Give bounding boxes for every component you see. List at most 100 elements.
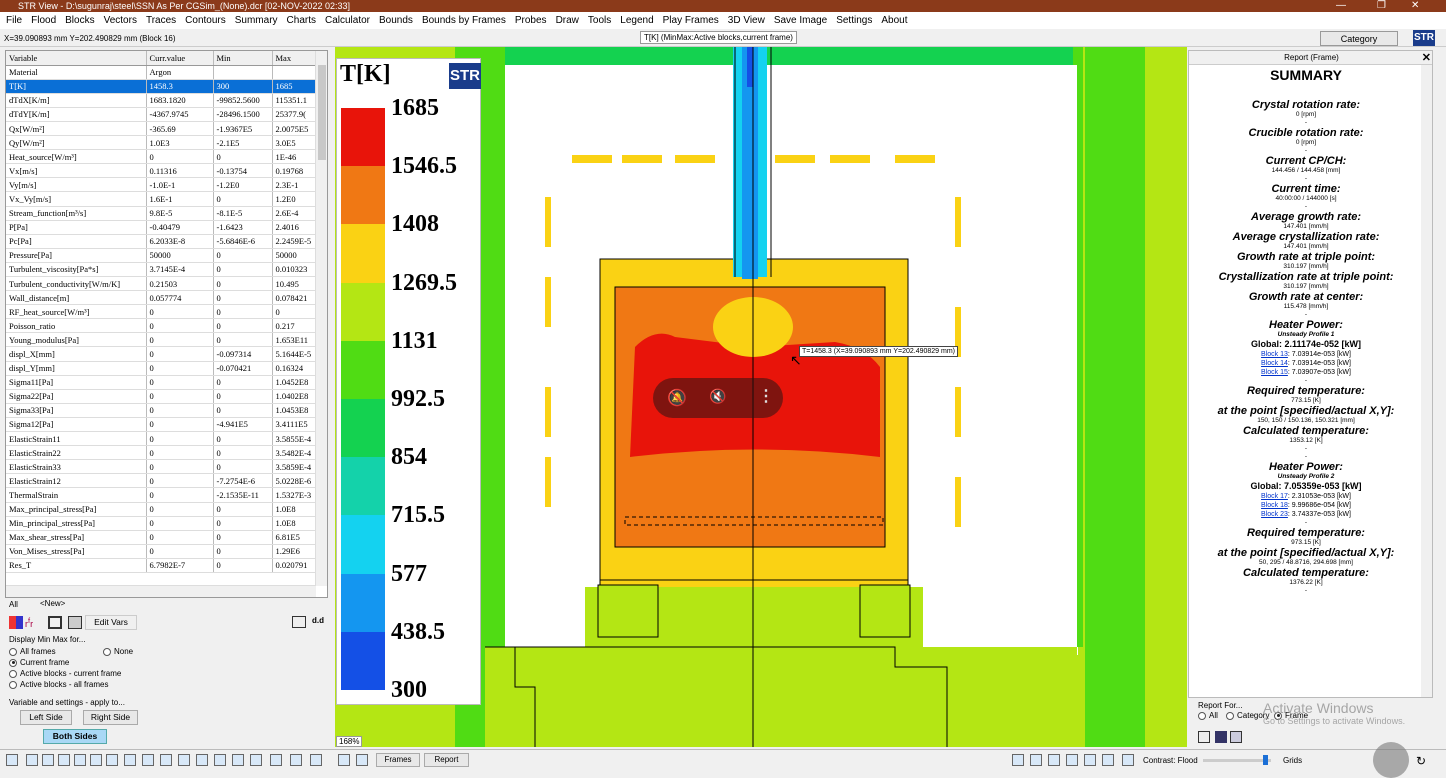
- table-row[interactable]: Material Argon: [6, 65, 317, 80]
- table-row[interactable]: Von_Mises_stress[Pa] 0 0 1.29E6: [6, 544, 317, 559]
- menu-item[interactable]: Calculator: [325, 15, 370, 26]
- left-side-button[interactable]: Left Side: [20, 710, 72, 725]
- menu-item[interactable]: Summary: [235, 15, 278, 26]
- table-row[interactable]: Res_T 6.7982E-7 0 0.020791: [6, 558, 317, 573]
- tab-all[interactable]: All: [9, 600, 18, 609]
- table-row[interactable]: Vx_Vy[m/s] 1.6E-1 0 1.2E0: [6, 191, 317, 207]
- table-row[interactable]: Vx[m/s] 0.11316 -0.13754 0.19768: [6, 163, 317, 179]
- contrast-slider[interactable]: [1203, 755, 1271, 765]
- menu-item[interactable]: Probes: [515, 15, 547, 26]
- toolbar-icon[interactable]: [356, 754, 368, 766]
- table-row[interactable]: Sigma11[Pa] 0 0 1.0452E8: [6, 375, 317, 390]
- toolbar-icon[interactable]: [74, 754, 86, 766]
- right-side-button[interactable]: Right Side: [83, 710, 138, 725]
- menu-item[interactable]: Vectors: [104, 15, 137, 26]
- table-row[interactable]: Young_modulus[Pa] 0 0 1.653E11: [6, 332, 317, 348]
- scroll-thumb[interactable]: [318, 65, 326, 160]
- more-options-icon[interactable]: ⋮: [758, 386, 774, 406]
- table-row[interactable]: Sigma33[Pa] 0 0 1.0453E8: [6, 403, 317, 418]
- toolbar-icon[interactable]: [1084, 754, 1096, 766]
- table-row[interactable]: dTdY[K/m] -4367.9745 -28496.1500 25377.9(: [6, 107, 317, 122]
- toolbar-icon[interactable]: [160, 754, 172, 766]
- table-row[interactable]: dTdX[K/m] 1683.1820 -99852.5600 115351.1: [6, 93, 317, 108]
- radio-current-frame[interactable]: Current frame: [9, 658, 69, 667]
- media-overlay[interactable]: 🔕 🔇 ⋮: [653, 378, 783, 418]
- toolbar-icon[interactable]: [1048, 754, 1060, 766]
- menu-item[interactable]: Charts: [287, 15, 316, 26]
- table-row[interactable]: Wall_distance[m] 0.057774 0 0.078421: [6, 290, 317, 306]
- radio-all-frames[interactable]: All frames: [9, 647, 56, 656]
- toolbar-icon[interactable]: [1012, 754, 1024, 766]
- table-row[interactable]: Vy[m/s] -1.0E-1 -1.2E0 2.3E-1: [6, 177, 317, 193]
- table-row[interactable]: ElasticStrain33 0 0 3.5859E-4: [6, 459, 317, 475]
- toolbar-icon[interactable]: [6, 754, 18, 766]
- refresh-icon[interactable]: ↻: [1416, 754, 1426, 768]
- block-23-link[interactable]: Block 23: [1261, 511, 1288, 518]
- menu-item[interactable]: Draw: [556, 15, 579, 26]
- table-row[interactable]: Max_shear_stress[Pa] 0 0 6.81E5: [6, 530, 317, 545]
- toolbar-icon[interactable]: [26, 754, 38, 766]
- zoom-magnifier-icon[interactable]: [1373, 742, 1409, 778]
- table-row[interactable]: Qx[W/m²] -365.69 -1.9367E5 2.0075E5: [6, 121, 317, 137]
- toolbar-icon[interactable]: [1122, 754, 1134, 766]
- menu-item[interactable]: Contours: [185, 15, 226, 26]
- restore-icon[interactable]: ❐: [1377, 0, 1386, 12]
- menu-item[interactable]: Traces: [146, 15, 176, 26]
- save-icon[interactable]: [1215, 731, 1227, 743]
- table-row[interactable]: displ_X[mm] 0 -0.097314 5.1644E-5: [6, 346, 317, 362]
- table-row[interactable]: Turbulent_conductivity[W/m/K] 0.21503 0 10.…: [6, 276, 317, 292]
- block-17-link[interactable]: Block 17: [1261, 493, 1288, 500]
- copy-icon[interactable]: [1230, 731, 1242, 743]
- toolbar-icon[interactable]: [196, 754, 208, 766]
- function-icon[interactable]: rfr: [25, 616, 33, 629]
- menu-item[interactable]: Play Frames: [663, 15, 719, 26]
- menu-item[interactable]: Bounds: [379, 15, 413, 26]
- menu-item[interactable]: 3D View: [728, 15, 765, 26]
- table-row[interactable]: ElasticStrain12 0 -7.2754E-6 5.0228E-6: [6, 473, 317, 489]
- table-row[interactable]: displ_Y[mm] 0 -0.070421 0.16324: [6, 361, 317, 376]
- table-row[interactable]: Qy[W/m²] 1.0E3 -2.1E5 3.0E5: [6, 135, 317, 151]
- toolbar-icon[interactable]: [338, 754, 350, 766]
- close-window-icon[interactable]: ✕: [1411, 0, 1419, 12]
- menu-item[interactable]: Settings: [836, 15, 872, 26]
- toolbar-icon[interactable]: [1066, 754, 1078, 766]
- minimize-icon[interactable]: —: [1336, 0, 1346, 12]
- block-14-link[interactable]: Block 14: [1261, 360, 1288, 367]
- toolbar-icon[interactable]: [310, 754, 322, 766]
- table-row[interactable]: T[K] 1458.3 300 1685: [6, 79, 317, 94]
- toolbar-icon[interactable]: [124, 754, 136, 766]
- radio-report-all[interactable]: All: [1198, 711, 1218, 720]
- both-sides-button[interactable]: Both Sides: [43, 729, 107, 744]
- radio-active-blocks-current[interactable]: Active blocks - current frame: [9, 669, 121, 678]
- frames-button[interactable]: Frames: [376, 753, 420, 767]
- category-button[interactable]: Category: [1320, 31, 1398, 46]
- menu-item[interactable]: Legend: [620, 15, 653, 26]
- block-18-link[interactable]: Block 18: [1261, 502, 1288, 509]
- table-row[interactable]: Sigma22[Pa] 0 0 1.0402E8: [6, 389, 317, 404]
- menu-item[interactable]: Bounds by Frames: [422, 15, 506, 26]
- sort-icon[interactable]: [68, 616, 82, 629]
- radio-active-blocks-all[interactable]: Active blocks - all frames: [9, 680, 108, 689]
- edit-vars-button[interactable]: Edit Vars: [85, 615, 137, 630]
- toolbar-icon[interactable]: [214, 754, 226, 766]
- column-header[interactable]: Min: [213, 51, 273, 66]
- menu-item[interactable]: Save Image: [774, 15, 827, 26]
- menu-item[interactable]: File: [6, 15, 22, 26]
- mute-icon[interactable]: 🔇: [709, 388, 726, 405]
- column-header[interactable]: Max: [272, 51, 317, 66]
- column-header[interactable]: Curr.value: [146, 51, 214, 66]
- table-row[interactable]: Turbulent_viscosity[Pa*s] 3.7145E-4 0 0.010…: [6, 262, 317, 278]
- table-row[interactable]: Pc[Pa] 6.2033E-8 -5.6846E-6 2.2459E-5: [6, 234, 317, 249]
- table-row[interactable]: RF_heat_source[W/m³] 0 0 0: [6, 304, 317, 320]
- table-row[interactable]: Pressure[Pa] 50000 0 50000: [6, 248, 317, 263]
- menu-item[interactable]: Flood: [31, 15, 56, 26]
- block-15-link[interactable]: Block 15: [1261, 369, 1288, 376]
- radio-none[interactable]: None: [103, 647, 133, 656]
- toolbar-icon[interactable]: [270, 754, 282, 766]
- toolbar-icon[interactable]: [58, 754, 70, 766]
- menu-item[interactable]: About: [881, 15, 907, 26]
- column-header[interactable]: Variable: [6, 51, 147, 66]
- toolbar-icon[interactable]: [250, 754, 262, 766]
- table-row[interactable]: P[Pa] -0.40479 -1.6423 2.4016: [6, 220, 317, 235]
- vertical-scrollbar[interactable]: [315, 51, 327, 586]
